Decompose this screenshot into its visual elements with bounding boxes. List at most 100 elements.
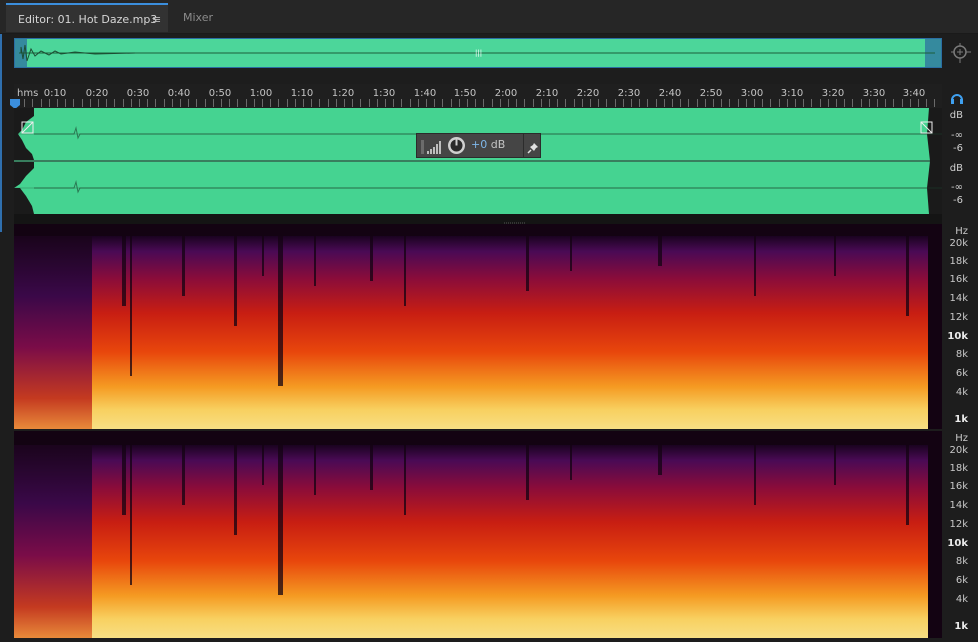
ruler-minor-tick — [180, 99, 181, 107]
ruler-minor-tick — [737, 99, 739, 107]
ruler-minor-tick — [745, 99, 747, 107]
ruler-minor-tick — [893, 99, 895, 107]
waveform-display[interactable] — [14, 108, 942, 214]
panel-edge-accent — [0, 0, 2, 232]
ruler-minor-tick — [319, 99, 321, 107]
hz-unit: Hz — [955, 226, 968, 237]
hz-label: 4k — [955, 387, 968, 398]
ruler-minor-tick — [196, 99, 198, 107]
tab-menu-icon[interactable]: ≡ — [152, 5, 161, 34]
ruler-minor-tick — [237, 99, 239, 107]
pin-icon[interactable] — [527, 139, 539, 158]
ruler-tick: 2:00 — [494, 88, 518, 99]
tab-editor[interactable]: Editor: 01. Hot Daze.mp3 ≡ — [6, 3, 168, 32]
ruler-minor-tick — [360, 99, 362, 107]
ruler-minor-tick — [803, 99, 805, 107]
ruler-minor-tick — [98, 99, 99, 107]
ruler-minor-tick — [278, 99, 280, 107]
waveform-overview[interactable]: ||| — [14, 38, 942, 68]
playhead-icon[interactable] — [9, 95, 21, 109]
ruler-minor-tick — [754, 99, 755, 107]
db-label: -6 — [953, 143, 963, 154]
hz-label: 12k — [949, 312, 968, 323]
db-label: -∞ — [951, 130, 963, 141]
hz-label: 1k — [954, 414, 968, 425]
ruler-minor-tick — [286, 99, 288, 107]
headphone-icon[interactable] — [950, 90, 964, 104]
ruler-tick: 3:40 — [902, 88, 926, 99]
ruler-minor-tick — [475, 99, 477, 107]
hz-scale-ch2: Hz 20k 18k 16k 14k 12k 10k 8k 6k 4k 1k — [944, 431, 978, 638]
ruler-minor-tick — [434, 99, 436, 107]
ruler-minor-tick — [130, 99, 132, 107]
hz-label: 14k — [949, 500, 968, 511]
ruler-minor-tick — [294, 99, 296, 107]
hz-label: 16k — [949, 481, 968, 492]
tab-editor-label: Editor: 01. Hot Daze.mp3 — [18, 13, 158, 26]
hz-label: 20k — [949, 445, 968, 456]
ruler-minor-tick — [795, 99, 796, 107]
ruler-minor-tick — [352, 99, 354, 107]
spectral-display-ch1[interactable] — [14, 224, 942, 429]
hz-label: 8k — [955, 349, 968, 360]
ruler-tick: 1:20 — [331, 88, 355, 99]
ruler-minor-tick — [491, 99, 493, 107]
ruler-tick: 1:50 — [453, 88, 477, 99]
ruler-minor-tick — [819, 99, 821, 107]
ruler-minor-tick — [24, 99, 26, 107]
hz-label: 16k — [949, 274, 968, 285]
panel-splitter[interactable] — [14, 214, 942, 224]
ruler-minor-tick — [778, 99, 780, 107]
hz-label: 14k — [949, 293, 968, 304]
hz-label: 8k — [955, 556, 968, 567]
ruler-minor-tick — [680, 99, 682, 107]
ruler-minor-tick — [836, 99, 837, 107]
ruler-minor-tick — [639, 99, 641, 107]
ruler-minor-tick — [417, 99, 419, 107]
ruler-minor-tick — [163, 99, 165, 107]
time-ruler[interactable]: hms 0:10 0:20 0:30 0:40 0:50 1:00 1:10 1… — [14, 84, 942, 108]
ruler-minor-tick — [508, 99, 509, 107]
zoom-icon[interactable] — [950, 42, 972, 64]
hz-label: 1k — [954, 621, 968, 632]
ruler-minor-tick — [89, 99, 91, 107]
level-meter-icon — [427, 139, 443, 158]
ruler-minor-tick — [852, 99, 854, 107]
ruler-minor-tick — [57, 99, 58, 107]
ruler-minor-tick — [901, 99, 903, 107]
ruler-minor-tick — [647, 99, 649, 107]
ruler-minor-tick — [122, 99, 124, 107]
ruler-minor-tick — [811, 99, 813, 107]
hz-label: 12k — [949, 519, 968, 530]
hz-label: 4k — [955, 594, 968, 605]
ruler-minor-tick — [393, 99, 395, 107]
ruler-minor-tick — [65, 99, 67, 107]
hz-label: 6k — [955, 368, 968, 379]
ruler-minor-tick — [909, 99, 911, 107]
ruler-minor-tick — [73, 99, 75, 107]
volume-knob-icon[interactable] — [447, 136, 466, 159]
tab-mixer[interactable]: Mixer — [170, 3, 240, 32]
ruler-minor-tick — [327, 99, 329, 107]
ruler-minor-tick — [245, 99, 247, 107]
ruler-minor-tick — [704, 99, 706, 107]
ruler-minor-tick — [401, 99, 403, 107]
spectral-display-ch2[interactable] — [14, 431, 942, 638]
ruler-tick: 3:10 — [780, 88, 804, 99]
ruler-minor-tick — [81, 99, 83, 107]
ruler-tick: 1:00 — [249, 88, 273, 99]
ruler-minor-tick — [713, 99, 714, 107]
ruler-minor-tick — [188, 99, 190, 107]
db-label: -∞ — [951, 182, 963, 193]
volume-value[interactable]: +0 dB — [471, 138, 505, 151]
volume-hud[interactable]: +0 dB — [416, 133, 541, 158]
ruler-minor-tick — [540, 99, 542, 107]
tab-mixer-label: Mixer — [183, 11, 214, 24]
drag-grip-icon[interactable] — [421, 139, 424, 154]
ruler-minor-tick — [114, 99, 116, 107]
ruler-minor-tick — [614, 99, 616, 107]
ruler-minor-tick — [147, 99, 149, 107]
ruler-tick: 3:30 — [862, 88, 886, 99]
hz-label: 20k — [949, 238, 968, 249]
ruler-minor-tick — [442, 99, 444, 107]
